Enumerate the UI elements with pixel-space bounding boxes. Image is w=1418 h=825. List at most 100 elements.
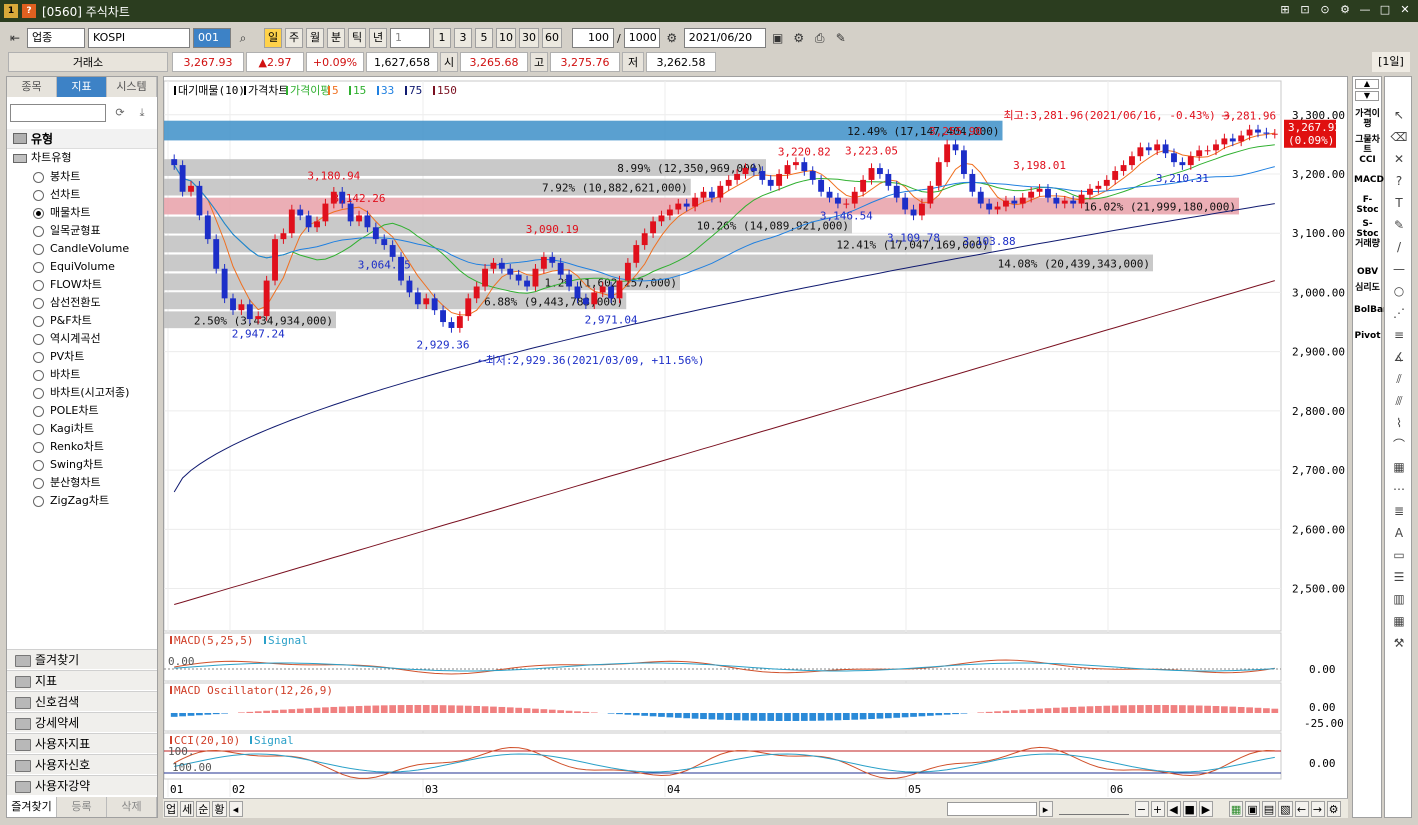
picture-icon[interactable]: ▧ [1278,800,1293,817]
print-icon[interactable]: ⎙ [811,28,829,48]
folder-item[interactable]: 사용자지표 [7,733,157,753]
period-year-button[interactable]: 년 [369,28,387,48]
quick-5-button[interactable]: 5 [475,28,493,48]
trendline-icon[interactable]: / [1390,239,1408,255]
count-input[interactable]: 100 [572,28,614,48]
help-badge[interactable]: ? [22,4,36,18]
minimize-icon[interactable]: — [1358,3,1372,17]
link-icon[interactable]: ⊞ [1278,3,1292,17]
type-header[interactable]: 유형 [7,129,157,149]
radio-icon[interactable] [33,351,44,363]
indicator-shortcut[interactable]: OBV [1354,267,1381,277]
bottom-tab-2[interactable]: 세 [180,800,195,817]
radio-icon[interactable] [33,297,44,309]
chart-settings-icon[interactable]: ⚙ [663,28,681,48]
circle-icon[interactable]: ○ [1390,283,1408,299]
download-icon[interactable]: ⤓ [133,104,151,122]
refresh-icon[interactable]: ⟳ [111,104,129,122]
camera-icon[interactable]: ⊙ [1318,3,1332,17]
wrench-icon[interactable]: ⚒ [1390,635,1408,651]
favorites-tab[interactable]: 즐겨찾기 [7,797,57,817]
indicator-shortcut[interactable]: 그물차트 [1354,135,1381,155]
quick-1-button[interactable]: 1 [433,28,451,48]
help-icon[interactable]: ? [1390,173,1408,189]
chart-type-item[interactable]: Renko차트 [33,438,104,456]
chart-area[interactable]: 2,500.00 2,600.00 2,700.00 2,800.00 2,900.00… [163,76,1348,818]
prev-symbol-icon[interactable]: ⇤ [6,28,24,48]
indicator-shortcut[interactable]: F-Stoc [1354,195,1381,215]
radio-icon[interactable] [33,369,44,381]
search-icon[interactable]: ⌕ [234,28,252,48]
tools-icon[interactable]: ✎ [832,28,850,48]
indicator-search-input[interactable] [10,104,106,122]
folder-item[interactable]: 지표 [7,670,157,690]
folder-item[interactable]: 사용자강약 [7,775,157,795]
radio-icon[interactable] [33,423,44,435]
radio-icon[interactable] [33,495,44,507]
layout-icon[interactable]: ▤ [1261,800,1277,817]
chart-type-item[interactable]: 역시계곡선 [33,330,101,348]
radio-icon[interactable] [33,189,44,201]
zoom-out-icon[interactable]: − [1134,800,1149,817]
gann-icon[interactable]: ∡ [1390,349,1408,365]
chart-type-item[interactable]: CandleVolume [33,240,129,258]
quick-60-button[interactable]: 60 [542,28,562,48]
play-icon[interactable]: ▶ [1198,800,1213,817]
delete-tab[interactable]: 삭제 [107,797,157,817]
radio-icon[interactable] [33,477,44,489]
radio-icon[interactable] [33,243,44,255]
options-icon[interactable]: ⚙ [1326,800,1341,817]
radio-icon[interactable] [33,333,44,345]
fan-icon[interactable]: ⋰ [1390,305,1408,321]
chart-type-item[interactable]: 선차트 [33,186,80,204]
folder-item[interactable]: 사용자신호 [7,754,157,774]
table-icon[interactable]: ▦ [1390,613,1408,629]
text-icon[interactable]: T [1390,195,1408,211]
period-tick-button[interactable]: 틱 [348,28,366,48]
code-input[interactable]: 001 [193,28,231,48]
maximize-icon[interactable]: □ [1378,3,1392,17]
list-icon[interactable]: ☰ [1390,569,1408,585]
tab-system[interactable]: 시스템 [107,77,157,97]
period-month-button[interactable]: 월 [306,28,324,48]
tile-icon[interactable]: ⊡ [1298,3,1312,17]
stop-icon[interactable]: ■ [1182,800,1197,817]
chart-type-item[interactable]: 바차트 [33,366,80,384]
radio-icon[interactable] [33,387,44,399]
horizontal-scrollbar[interactable] [946,801,1037,816]
chart-type-item[interactable]: POLE차트 [33,402,99,420]
chart-svg[interactable]: 2,500.00 2,600.00 2,700.00 2,800.00 2,900.00… [163,77,1349,799]
quick-10-button[interactable]: 10 [496,28,516,48]
zoom-in-icon[interactable]: + [1150,800,1165,817]
arc-icon[interactable]: ⌒ [1390,437,1408,453]
scroll-right-icon[interactable]: ▸ [1038,800,1053,817]
indicator-shortcut[interactable]: Pivot [1354,331,1381,341]
zoom-slider[interactable] [1058,803,1129,815]
parallel-icon[interactable]: ≡ [1390,327,1408,343]
radio-icon[interactable] [33,225,44,237]
bottom-tab-3[interactable]: 순 [196,800,211,817]
chart-type-item[interactable]: 삼선전환도 [33,294,101,312]
window-icon[interactable]: ▭ [1390,547,1408,563]
quick-30-button[interactable]: 30 [519,28,539,48]
chart-type-item[interactable]: 매물차트 [33,204,90,222]
radio-icon[interactable] [33,315,44,327]
chart-type-item[interactable]: 분산형차트 [33,474,101,492]
arrow-right-icon[interactable]: → [1310,800,1325,817]
interval-select[interactable]: 1 [390,28,430,48]
date-input[interactable]: 2021/06/20 [683,28,766,48]
symbol-input[interactable]: KOSPI [88,28,190,48]
chart-type-item[interactable]: EquiVolume [33,258,115,276]
scroll-up-icon[interactable]: ▲ [1355,79,1379,89]
speed-line-icon[interactable]: ⋯ [1390,481,1408,497]
radio-icon[interactable] [33,405,44,417]
chart-type-item[interactable]: FLOW차트 [33,276,102,294]
bottom-tab-1[interactable]: 업 [164,800,179,817]
tab-stocks[interactable]: 종목 [7,77,57,97]
excel-icon[interactable]: ▦ [1228,800,1244,817]
indicator-shortcut[interactable]: BolBand [1354,305,1396,315]
period-minute-button[interactable]: 분 [327,28,345,48]
save-chart-icon[interactable]: ▣ [769,28,787,48]
scroll-left-icon[interactable]: ◂ [228,800,243,817]
chart-icon[interactable]: ▥ [1390,591,1408,607]
